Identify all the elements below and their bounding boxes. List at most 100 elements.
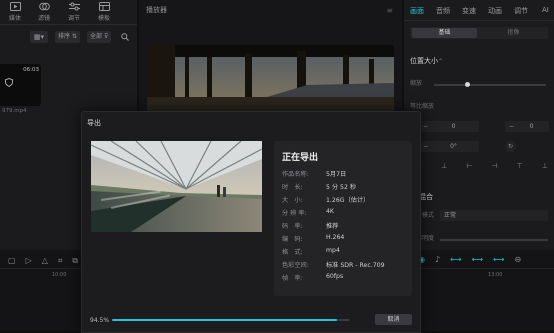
time-mark: 10:00 [52, 272, 67, 278]
field-value-resolution: 4K [326, 208, 334, 215]
adjust-icon [68, 2, 80, 11]
minus-icon[interactable]: − [505, 121, 514, 132]
export-progress-bar [112, 319, 350, 321]
progress-percent: 94.5% [90, 317, 110, 324]
player-title: 播放器 [146, 6, 167, 14]
tab-speed[interactable]: 变速 [462, 6, 476, 16]
tool-media-label: 媒体 [8, 15, 21, 22]
uniform-scale-label: 等比缩放 [410, 103, 435, 110]
sort-icon: ⇅ [71, 33, 77, 40]
tool-adjust-label: 调节 [67, 15, 80, 22]
align-right-icon[interactable]: ⊢ [466, 162, 472, 172]
link-icon[interactable]: ⟷ [450, 255, 461, 267]
scale-slider-handle[interactable] [465, 82, 470, 87]
align-middle-icon[interactable]: ⊤ [517, 162, 523, 172]
search-button[interactable] [119, 31, 131, 43]
tool-media[interactable]: 媒体 [4, 2, 26, 22]
field-label: 帧 率: [282, 275, 303, 282]
all-filter-label: 全部 [90, 33, 103, 40]
zoom-icon[interactable]: ⊖ [515, 255, 522, 267]
scale-label: 缩放 [410, 80, 423, 87]
time-mark: 13:00 [488, 272, 503, 278]
grid-icon: ▦▾ [33, 33, 45, 41]
align-top-icon[interactable]: ⊣ [492, 162, 498, 172]
properties-panel: 画面 音频 变速 动画 调节 AI 基础 抠像 位置大小 ⌃ 缩放 等比缩放 −… [404, 0, 554, 250]
media-clip-thumbnail[interactable]: 06:03 [0, 64, 41, 106]
mix-label: 混合 [419, 193, 433, 201]
clip-name: 979.mp4 [2, 108, 27, 114]
section-position-title: 位置大小 [410, 57, 438, 65]
warning-icon[interactable]: △ [42, 256, 48, 266]
scale-slider[interactable] [434, 82, 546, 87]
subtab-cutout[interactable]: 抠像 [481, 28, 546, 38]
sort-label: 排序 [58, 33, 71, 40]
align-center-icon[interactable]: ⊥ [441, 162, 447, 172]
preview-frame-image [147, 45, 394, 115]
tab-animation[interactable]: 动画 [488, 6, 502, 16]
position-x-input[interactable]: −0 [419, 121, 479, 132]
video-preview [147, 45, 394, 115]
export-progress-fill [112, 319, 337, 321]
alignment-toolbar: ⊤⊥⊢⊣⊤⊥ [416, 162, 548, 172]
chevron-up-icon[interactable]: ⌃ [438, 58, 443, 65]
field-label: 分 辨 率: [282, 210, 307, 217]
menu-icon[interactable]: ≡ [386, 6, 393, 15]
media-icon [9, 2, 21, 11]
tab-video[interactable]: 画面 [410, 6, 424, 16]
divider [404, 20, 554, 21]
tab-adjust[interactable]: 调节 [514, 6, 528, 16]
play-icon[interactable]: ▷ [26, 256, 32, 266]
sort-button[interactable]: 排序 ⇅ [55, 31, 80, 43]
rotation-value: 0° [450, 143, 457, 150]
field-value-format: mp4 [326, 247, 340, 254]
subtab-basic[interactable]: 基础 [412, 28, 477, 38]
tool-template-label: 模板 [97, 15, 110, 22]
rotate-icon: ↻ [507, 143, 514, 150]
rotate-button[interactable]: ↻ [505, 141, 516, 152]
tool-filter[interactable]: 滤镜 [33, 2, 55, 22]
tool-filter-label: 滤镜 [37, 15, 50, 22]
subtab-bar: 基础 抠像 [410, 27, 548, 39]
template-icon [98, 2, 110, 11]
rotation-input[interactable]: −0° [419, 141, 479, 152]
align-bottom-icon[interactable]: ⊥ [542, 162, 548, 172]
search-icon [121, 33, 129, 41]
export-preview-image [91, 141, 262, 232]
mirror-icon[interactable]: ⧉ [72, 256, 78, 266]
field-value-duration: 5 分 52 秒 [326, 184, 357, 191]
field-value-name: 5月7日 [326, 171, 347, 178]
clip-duration: 06:03 [23, 67, 39, 73]
position-y-input[interactable]: −0 [505, 121, 549, 132]
tab-audio[interactable]: 音频 [436, 6, 450, 16]
divider [0, 24, 137, 25]
mix-mode-select[interactable]: 正常 [440, 210, 548, 221]
all-filter-button[interactable]: 全部 ⊽ [87, 31, 112, 43]
field-value-size: 1.26G（估计） [326, 197, 370, 204]
view-mode-button[interactable]: ▦▾ [30, 31, 48, 43]
tool-adjust[interactable]: 调节 [63, 2, 85, 22]
mic-icon[interactable]: ♪ [435, 255, 440, 267]
magnet-icon[interactable]: ⟷ [472, 255, 483, 267]
field-label: 编 码: [282, 236, 303, 243]
field-value-bitrate: 推荐 [326, 223, 339, 230]
field-value-frame-rate: 60fps [326, 273, 344, 280]
filter-icon [38, 2, 50, 11]
tool-template[interactable]: 模板 [93, 2, 115, 22]
export-status-heading: 正在导出 [282, 153, 319, 163]
filter-funnel-icon: ⊽ [103, 33, 109, 40]
field-label: 色彩空间: [282, 262, 309, 269]
field-label: 格 式: [282, 249, 303, 256]
field-value-color-space: 标准 SDR - Rec.709 [326, 262, 385, 269]
cancel-button[interactable]: 取消 [375, 314, 412, 325]
split-icon[interactable]: ▢ [8, 256, 16, 266]
dialog-title: 导出 [87, 119, 101, 127]
tab-ai[interactable]: AI [542, 6, 549, 14]
field-value-codec: H.264 [326, 234, 345, 241]
field-label: 作品名称: [282, 171, 309, 178]
snap-icon[interactable]: ⟷ [493, 255, 504, 267]
timeline-tools-right: ◉ ♪ ⟷ ⟷ ⟷ ⊖ [418, 255, 548, 267]
crop-icon[interactable]: ⌗ [58, 256, 63, 266]
shield-icon [5, 78, 13, 87]
opacity-slider[interactable] [440, 239, 548, 241]
export-dialog: 导出 正在导出 作品名称: 5月7日 时 长: 5 分 52 秒 大 小: 1.… [81, 111, 421, 333]
